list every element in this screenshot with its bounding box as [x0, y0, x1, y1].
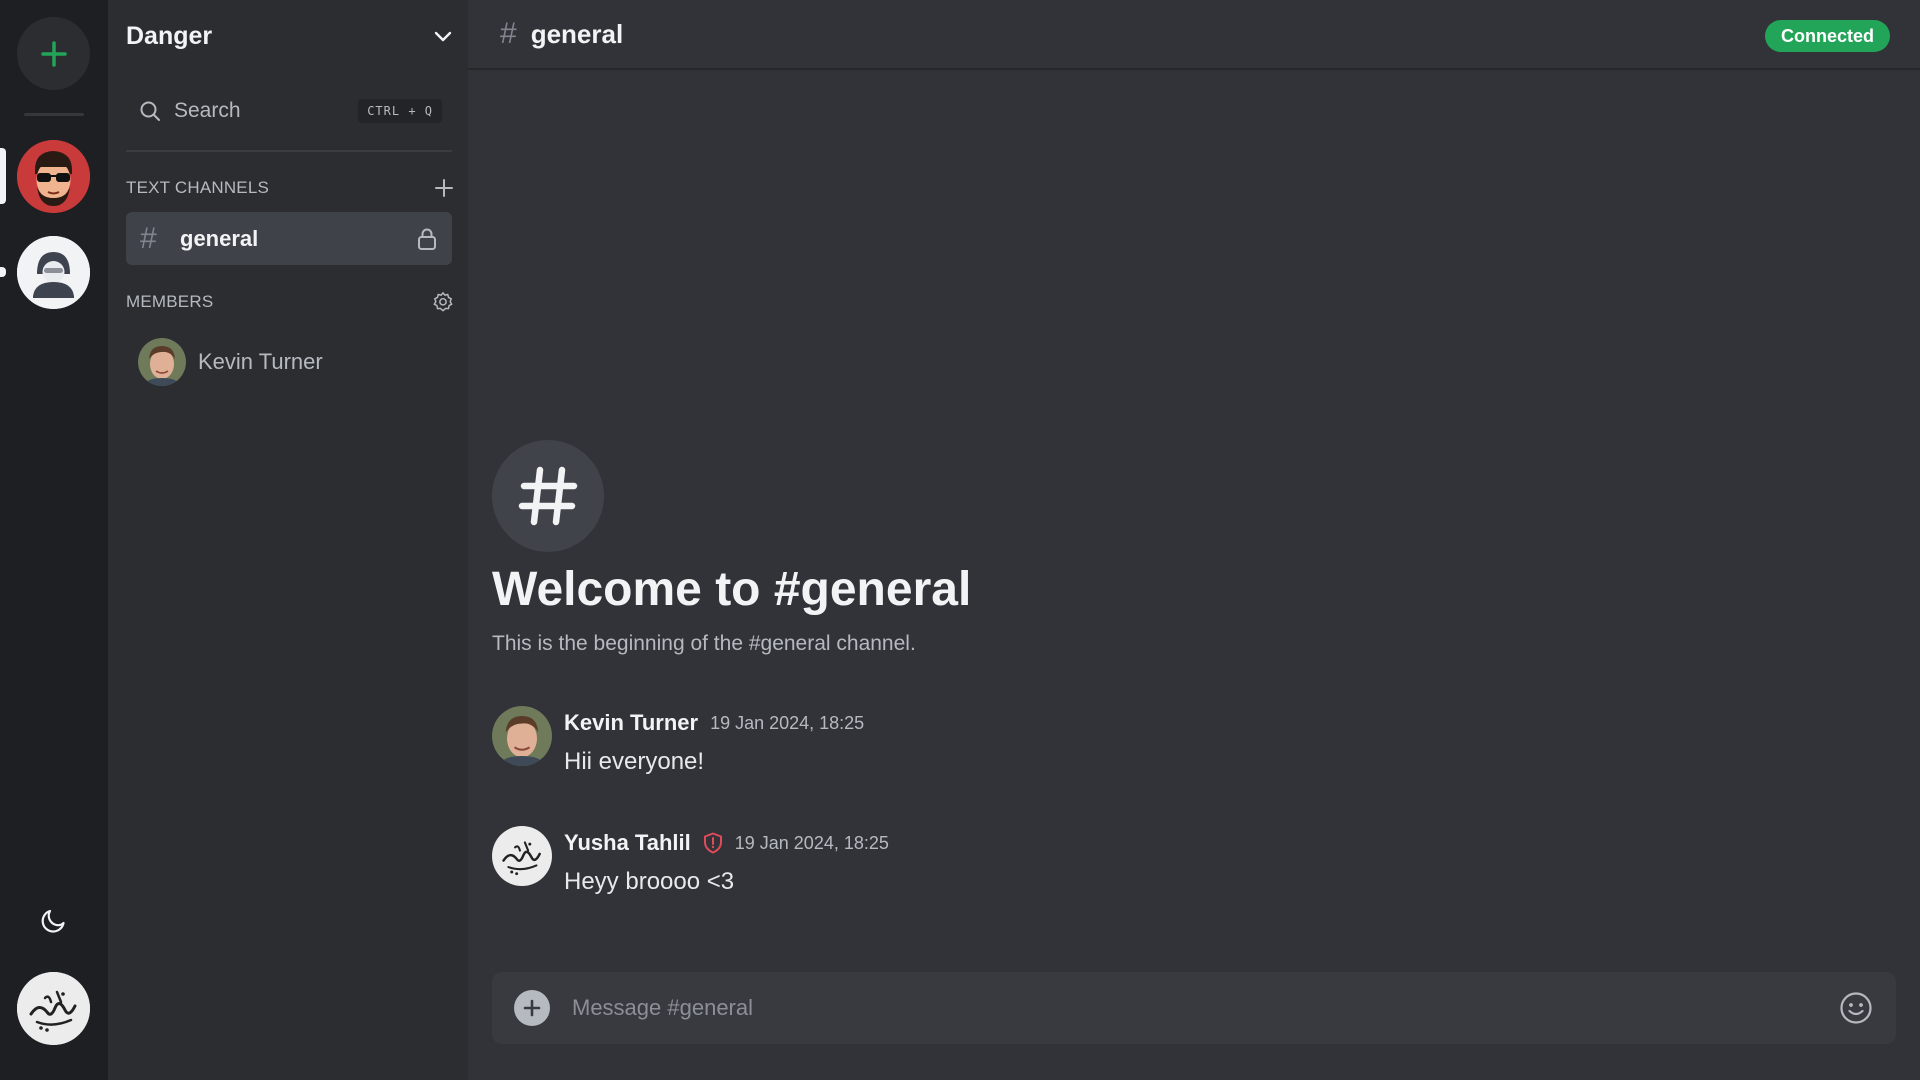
- status-badge: Connected: [1764, 20, 1890, 52]
- hash-icon: #: [140, 221, 157, 255]
- add-server-button[interactable]: [17, 17, 90, 90]
- avatar[interactable]: [492, 826, 552, 886]
- server-icon-danger[interactable]: [17, 140, 90, 213]
- rail-divider: [24, 113, 84, 116]
- sidebar-divider: [126, 150, 452, 152]
- channel-title: general: [530, 18, 624, 49]
- hash-icon: #: [500, 17, 517, 50]
- server-icon-hacker[interactable]: [17, 236, 90, 309]
- channel-header: # general Connected: [468, 0, 1920, 70]
- search-button[interactable]: Search CTRL + Q: [126, 91, 454, 131]
- search-shortcut: CTRL + Q: [358, 99, 442, 123]
- member-name: Kevin Turner: [198, 349, 323, 374]
- members-section: MEMBERS: [126, 288, 454, 316]
- unread-indicator: [0, 267, 6, 277]
- chevron-down-icon: [434, 31, 452, 42]
- active-server-indicator: [0, 148, 6, 204]
- theme-toggle-button[interactable]: [34, 900, 74, 940]
- message-item: Kevin Turner 19 Jan 2024, 18:25 Hii ever…: [492, 706, 864, 776]
- lock-icon: [418, 228, 436, 250]
- text-channels-label: TEXT CHANNELS: [126, 178, 270, 197]
- avatar-man-sunglasses-icon: [17, 140, 90, 213]
- avatar[interactable]: [492, 706, 552, 766]
- members-label: MEMBERS: [126, 292, 214, 311]
- server-rail: [0, 0, 108, 1080]
- text-channels-section: TEXT CHANNELS: [126, 174, 454, 202]
- message-text: Heyy broooo <3: [564, 868, 735, 895]
- welcome-subtitle: This is the beginning of the #general ch…: [492, 632, 916, 655]
- channel-item-general[interactable]: # general: [126, 212, 452, 265]
- hash-large-icon: [518, 466, 578, 526]
- user-avatar-button[interactable]: [17, 972, 90, 1045]
- message-author[interactable]: Yusha Tahlil: [564, 830, 691, 856]
- plus-icon: [523, 999, 541, 1017]
- message-body: Yusha Tahlil 19 Jan 2024, 18:25 Heyy bro…: [564, 826, 889, 896]
- message-body: Kevin Turner 19 Jan 2024, 18:25 Hii ever…: [564, 706, 864, 776]
- attach-button[interactable]: [514, 990, 550, 1026]
- message-author[interactable]: Kevin Turner: [564, 710, 698, 736]
- add-channel-icon[interactable]: [434, 178, 454, 198]
- message-text: Hii everyone!: [564, 748, 705, 775]
- channel-sidebar: Danger Search CTRL + Q TEXT CHANNELS # g…: [108, 0, 468, 1080]
- server-header[interactable]: Danger: [126, 16, 454, 56]
- smiley-icon: [1840, 992, 1872, 1024]
- message-header: Kevin Turner 19 Jan 2024, 18:25: [564, 706, 864, 740]
- message-header: Yusha Tahlil 19 Jan 2024, 18:25: [564, 826, 889, 860]
- welcome-title: Welcome to #general: [492, 563, 972, 616]
- avatar-calligraphy-icon: [17, 972, 90, 1045]
- avatar-kevin-icon: [138, 338, 186, 386]
- avatar: [138, 338, 186, 386]
- moon-icon: [41, 909, 65, 933]
- chat-main: # general Connected Welcome to #general …: [468, 0, 1920, 1080]
- gear-icon[interactable]: [432, 291, 454, 313]
- moderator-shield-icon: [703, 832, 723, 854]
- search-label: Search: [174, 99, 241, 122]
- message-item: Yusha Tahlil 19 Jan 2024, 18:25 Heyy bro…: [492, 826, 889, 896]
- message-composer: [492, 972, 1896, 1044]
- channel-name: general: [180, 225, 259, 251]
- member-item[interactable]: Kevin Turner: [138, 338, 323, 386]
- message-timestamp: 19 Jan 2024, 18:25: [710, 712, 865, 733]
- message-input[interactable]: [572, 995, 1838, 1021]
- avatar-hacker-icon: [17, 236, 90, 309]
- channel-hash-icon: [492, 440, 604, 552]
- server-name: Danger: [126, 21, 213, 50]
- search-icon: [140, 101, 160, 121]
- plus-icon: [40, 40, 67, 67]
- emoji-button[interactable]: [1838, 990, 1874, 1026]
- avatar-calligraphy-icon: [492, 826, 552, 886]
- avatar-kevin-icon: [492, 706, 552, 766]
- message-timestamp: 19 Jan 2024, 18:25: [734, 832, 889, 853]
